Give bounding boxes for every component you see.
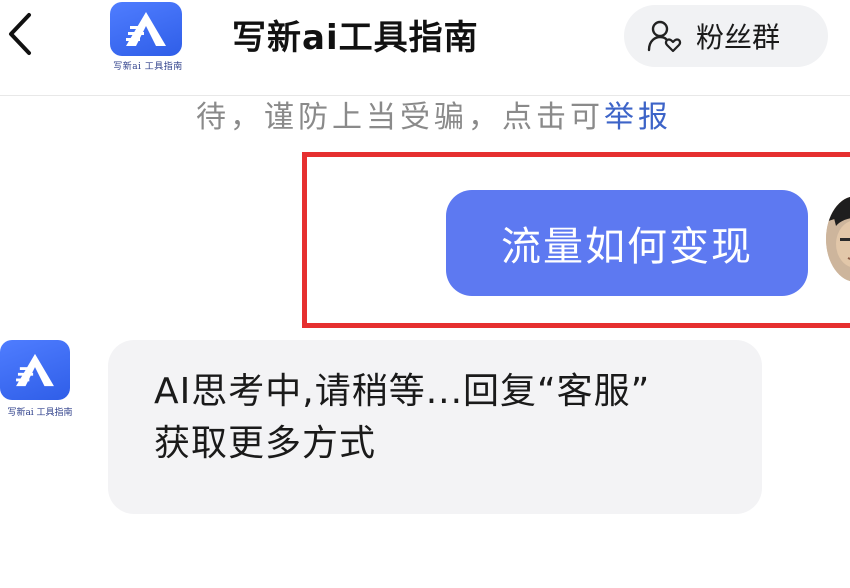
logo-a-icon [110,2,182,56]
logo-caption: 写新ai 工具指南 [113,62,183,72]
fans-group-button[interactable]: 粉丝群 [624,5,828,67]
bot-message-line: 获取更多方式 [154,423,377,464]
chevron-left-icon [9,13,31,55]
bot-avatar-caption: 写新ai 工具指南 [7,408,73,418]
user-heart-icon [647,20,682,53]
bot-logo-icon [0,340,70,400]
user-message-bubble[interactable]: 流量如何变现 [446,190,808,296]
bot-avatar[interactable]: 写新ai 工具指南 [0,340,80,434]
chat-header: 写新ai 工具指南 写新ai工具指南 粉丝群 [0,0,850,96]
fans-group-label: 粉丝群 [696,21,781,54]
safety-notice: 待，谨防上当受骗，点击可举报 [196,92,672,136]
user-message-text: 流量如何变现 [501,224,753,270]
notice-text: 待，谨防上当受骗，点击可 [196,100,604,135]
bot-message-line: AI思考中,请稍等...回复“客服” [154,371,651,412]
back-button[interactable] [0,6,40,62]
report-link[interactable]: 举报 [604,100,672,135]
bot-message-bubble[interactable]: AI思考中,请稍等...回复“客服” 获取更多方式 [108,340,762,514]
page-title: 写新ai工具指南 [232,18,479,58]
group-logo[interactable]: 写新ai 工具指南 [104,2,192,78]
